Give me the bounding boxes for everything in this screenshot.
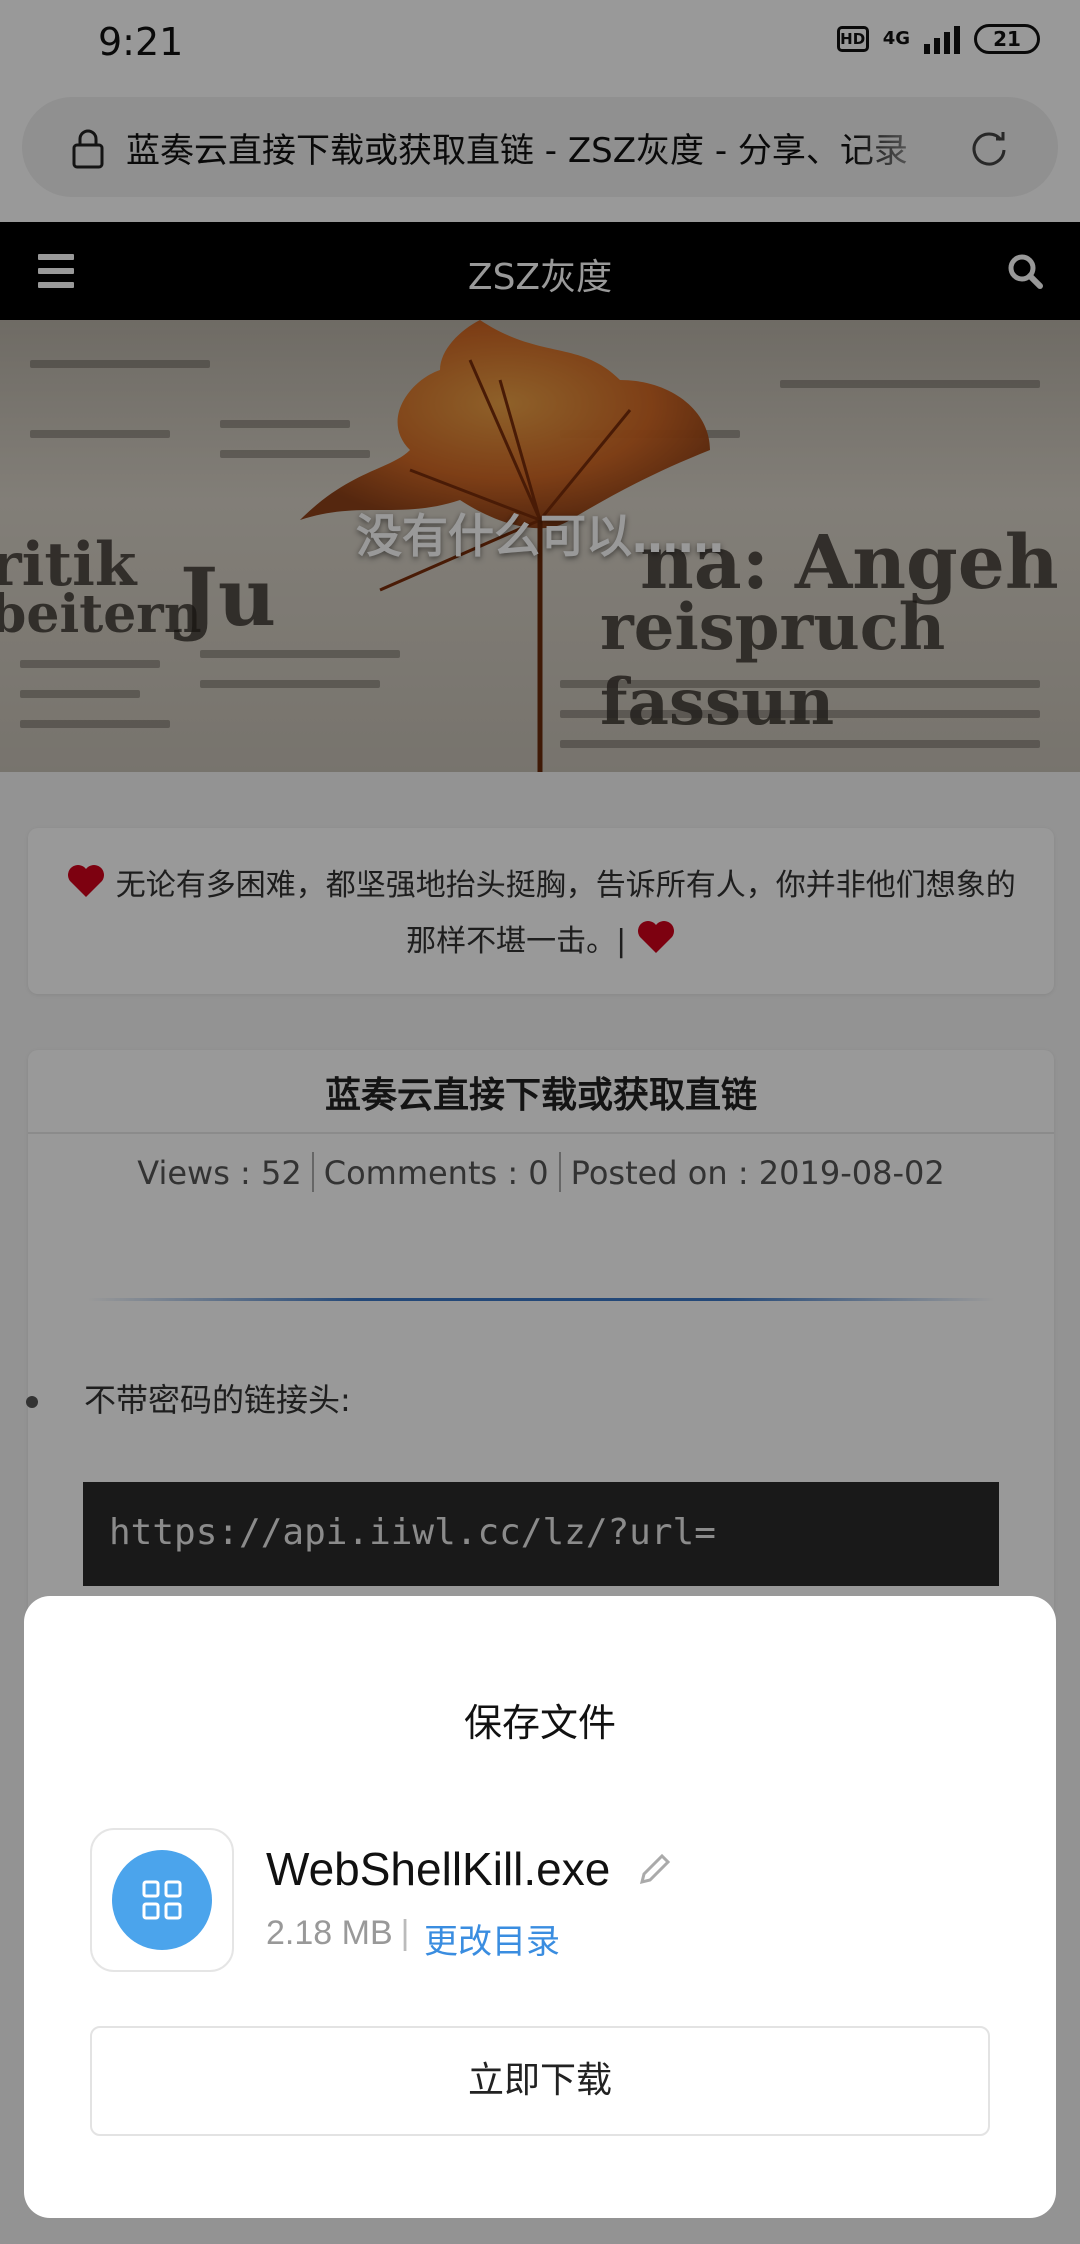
edit-icon[interactable]: [636, 1852, 672, 1888]
change-directory-link[interactable]: 更改目录: [424, 1914, 560, 1963]
dialog-title: 保存文件: [463, 1701, 616, 1745]
file-size: 2.18 MB |: [266, 1914, 410, 1952]
file-icon: [90, 1828, 234, 1972]
save-file-dialog: 保存文件 WebShellKill.exe 2.18 MB | 更改目录 立即下载: [24, 1596, 1056, 2218]
app-grid-icon: [112, 1850, 212, 1950]
file-name[interactable]: WebShellKill.exe: [266, 1842, 610, 1896]
download-now-button[interactable]: 立即下载: [90, 2026, 990, 2136]
